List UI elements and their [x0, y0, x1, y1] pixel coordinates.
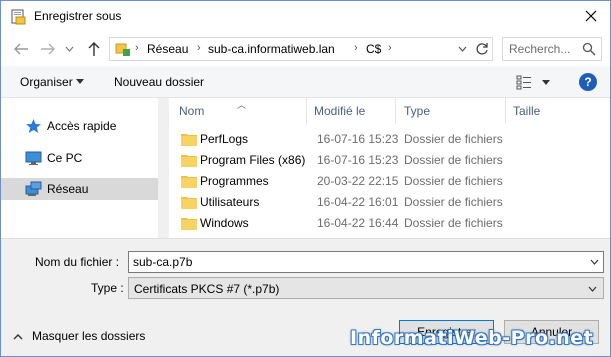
computer-icon — [25, 150, 42, 166]
view-details-icon — [516, 75, 531, 90]
close-button[interactable] — [580, 5, 602, 27]
column-header-modified[interactable]: Modifié le — [314, 104, 365, 124]
table-row[interactable]: Utilisateurs 16-04-22 16:01 Dossier de f… — [169, 192, 610, 213]
column-header-name[interactable]: Nom — [179, 104, 204, 124]
breadcrumb-separator: › — [197, 42, 201, 54]
table-row[interactable]: PerfLogs 16-07-16 15:23 Dossier de fichi… — [169, 129, 610, 150]
navigation-pane-scrollbar[interactable] — [158, 98, 169, 238]
filetype-label: Type : — [91, 281, 124, 295]
sidebar-item-network[interactable]: Réseau — [1, 178, 158, 200]
column-header-type[interactable]: Type — [404, 104, 430, 124]
change-view-button[interactable] — [516, 74, 532, 90]
breadcrumb-separator: › — [354, 42, 358, 54]
folder-icon — [181, 195, 197, 209]
breadcrumb-server[interactable]: sub-ca.informatiweb.lan — [208, 42, 335, 56]
search-input[interactable] — [509, 39, 579, 59]
chevron-down-icon — [65, 46, 73, 52]
file-modified: 16-07-16 15:23 — [317, 153, 399, 167]
arrow-left-icon — [14, 43, 28, 55]
file-name: Utilisateurs — [200, 195, 260, 209]
filename-label: Nom du fichier : — [35, 255, 120, 269]
organize-menu-button[interactable]: Organiser — [20, 75, 73, 89]
arrow-right-icon — [41, 43, 55, 55]
filename-history-dropdown[interactable] — [587, 255, 601, 269]
help-button[interactable]: ? — [579, 73, 597, 91]
address-bar[interactable]: › Réseau › sub-ca.informatiweb.lan › C$ … — [109, 37, 493, 61]
column-header-size[interactable]: Taille — [513, 104, 540, 124]
close-icon — [585, 10, 597, 22]
window-title: Enregistrer sous — [34, 9, 122, 23]
chevron-up-icon — [13, 331, 23, 341]
file-type: Dossier de fichiers — [404, 174, 503, 188]
network-location-icon — [115, 41, 131, 57]
file-name: Program Files (x86) — [200, 153, 306, 167]
file-type: Dossier de fichiers — [404, 132, 503, 146]
file-name: Programmes — [200, 174, 269, 188]
refresh-icon — [476, 43, 488, 55]
navigation-bar: › Réseau › sub-ca.informatiweb.lan › C$ … — [1, 32, 610, 66]
file-modified: 16-04-22 16:01 — [317, 195, 399, 209]
save-dialog-icon — [10, 9, 26, 25]
column-divider[interactable] — [306, 98, 307, 124]
file-type: Dossier de fichiers — [404, 216, 503, 230]
chevron-down-icon — [590, 259, 598, 265]
command-bar: Organiser Nouveau dossier ? — [1, 66, 610, 98]
search-box[interactable] — [502, 37, 602, 61]
network-icon — [25, 181, 42, 197]
refresh-button[interactable] — [473, 41, 491, 57]
folder-icon — [181, 132, 197, 146]
sidebar-item-this-pc[interactable]: Ce PC — [1, 147, 158, 169]
file-modified: 16-07-16 15:23 — [317, 132, 399, 146]
file-modified: 20-03-22 22:15 — [317, 174, 399, 188]
filename-input[interactable] — [133, 253, 573, 271]
filetype-dropdown-button[interactable] — [585, 282, 599, 296]
table-row[interactable]: Programmes 20-03-22 22:15 Dossier de fic… — [169, 171, 610, 192]
new-folder-button[interactable]: Nouveau dossier — [114, 75, 204, 89]
arrow-up-icon — [88, 42, 100, 56]
caret-down-icon — [76, 79, 84, 84]
file-list: ︿ Nom Modifié le Type Taille PerfLogs 16… — [169, 98, 610, 238]
caret-down-icon[interactable] — [542, 80, 550, 85]
column-divider[interactable] — [395, 98, 396, 124]
back-button[interactable] — [11, 39, 31, 59]
address-dropdown-button[interactable] — [454, 41, 470, 57]
title-bar: Enregistrer sous — [1, 1, 610, 32]
filetype-value: Certificats PKCS #7 (*.p7b) — [134, 282, 280, 296]
folder-icon — [181, 216, 197, 230]
star-icon — [25, 118, 42, 134]
chevron-down-icon — [588, 286, 596, 292]
folder-icon — [181, 174, 197, 188]
sidebar-item-label: Ce PC — [47, 151, 83, 165]
forward-button[interactable] — [38, 39, 58, 59]
breadcrumb-separator: › — [135, 42, 139, 54]
file-type: Dossier de fichiers — [404, 195, 503, 209]
save-as-dialog: Enregistrer sous › Réseau › sub-ca.infor… — [0, 0, 611, 357]
search-icon — [582, 42, 596, 56]
file-name: Windows — [200, 216, 249, 230]
table-row[interactable]: Program Files (x86) 16-07-16 15:23 Dossi… — [169, 150, 610, 171]
navigation-pane: Accès rapide Ce PC Réseau — [1, 98, 169, 238]
hide-folders-label: Masquer les dossiers — [32, 329, 146, 343]
sidebar-item-label: Accès rapide — [47, 119, 117, 133]
file-name: PerfLogs — [200, 132, 249, 146]
folder-icon — [181, 153, 197, 167]
sidebar-item-quick-access[interactable]: Accès rapide — [1, 115, 158, 137]
table-row[interactable]: Windows 16-04-22 16:44 Dossier de fichie… — [169, 213, 610, 234]
breadcrumb-reseau[interactable]: Réseau — [147, 42, 188, 56]
file-type: Dossier de fichiers — [404, 153, 503, 167]
filetype-select[interactable]: Certificats PKCS #7 (*.p7b) — [128, 277, 604, 299]
sidebar-item-label: Réseau — [47, 182, 89, 196]
sort-ascending-icon: ︿ — [237, 100, 247, 110]
column-divider[interactable] — [505, 98, 506, 124]
up-button[interactable] — [84, 39, 104, 59]
watermark: InformatiWeb-Pro.net — [350, 327, 594, 349]
chevron-down-icon — [458, 46, 466, 52]
filename-field[interactable] — [128, 251, 604, 273]
file-modified: 16-04-22 16:44 — [317, 216, 399, 230]
breadcrumb-share[interactable]: C$ — [366, 42, 381, 56]
breadcrumb-separator: › — [388, 42, 392, 54]
recent-locations-button[interactable] — [62, 39, 76, 59]
